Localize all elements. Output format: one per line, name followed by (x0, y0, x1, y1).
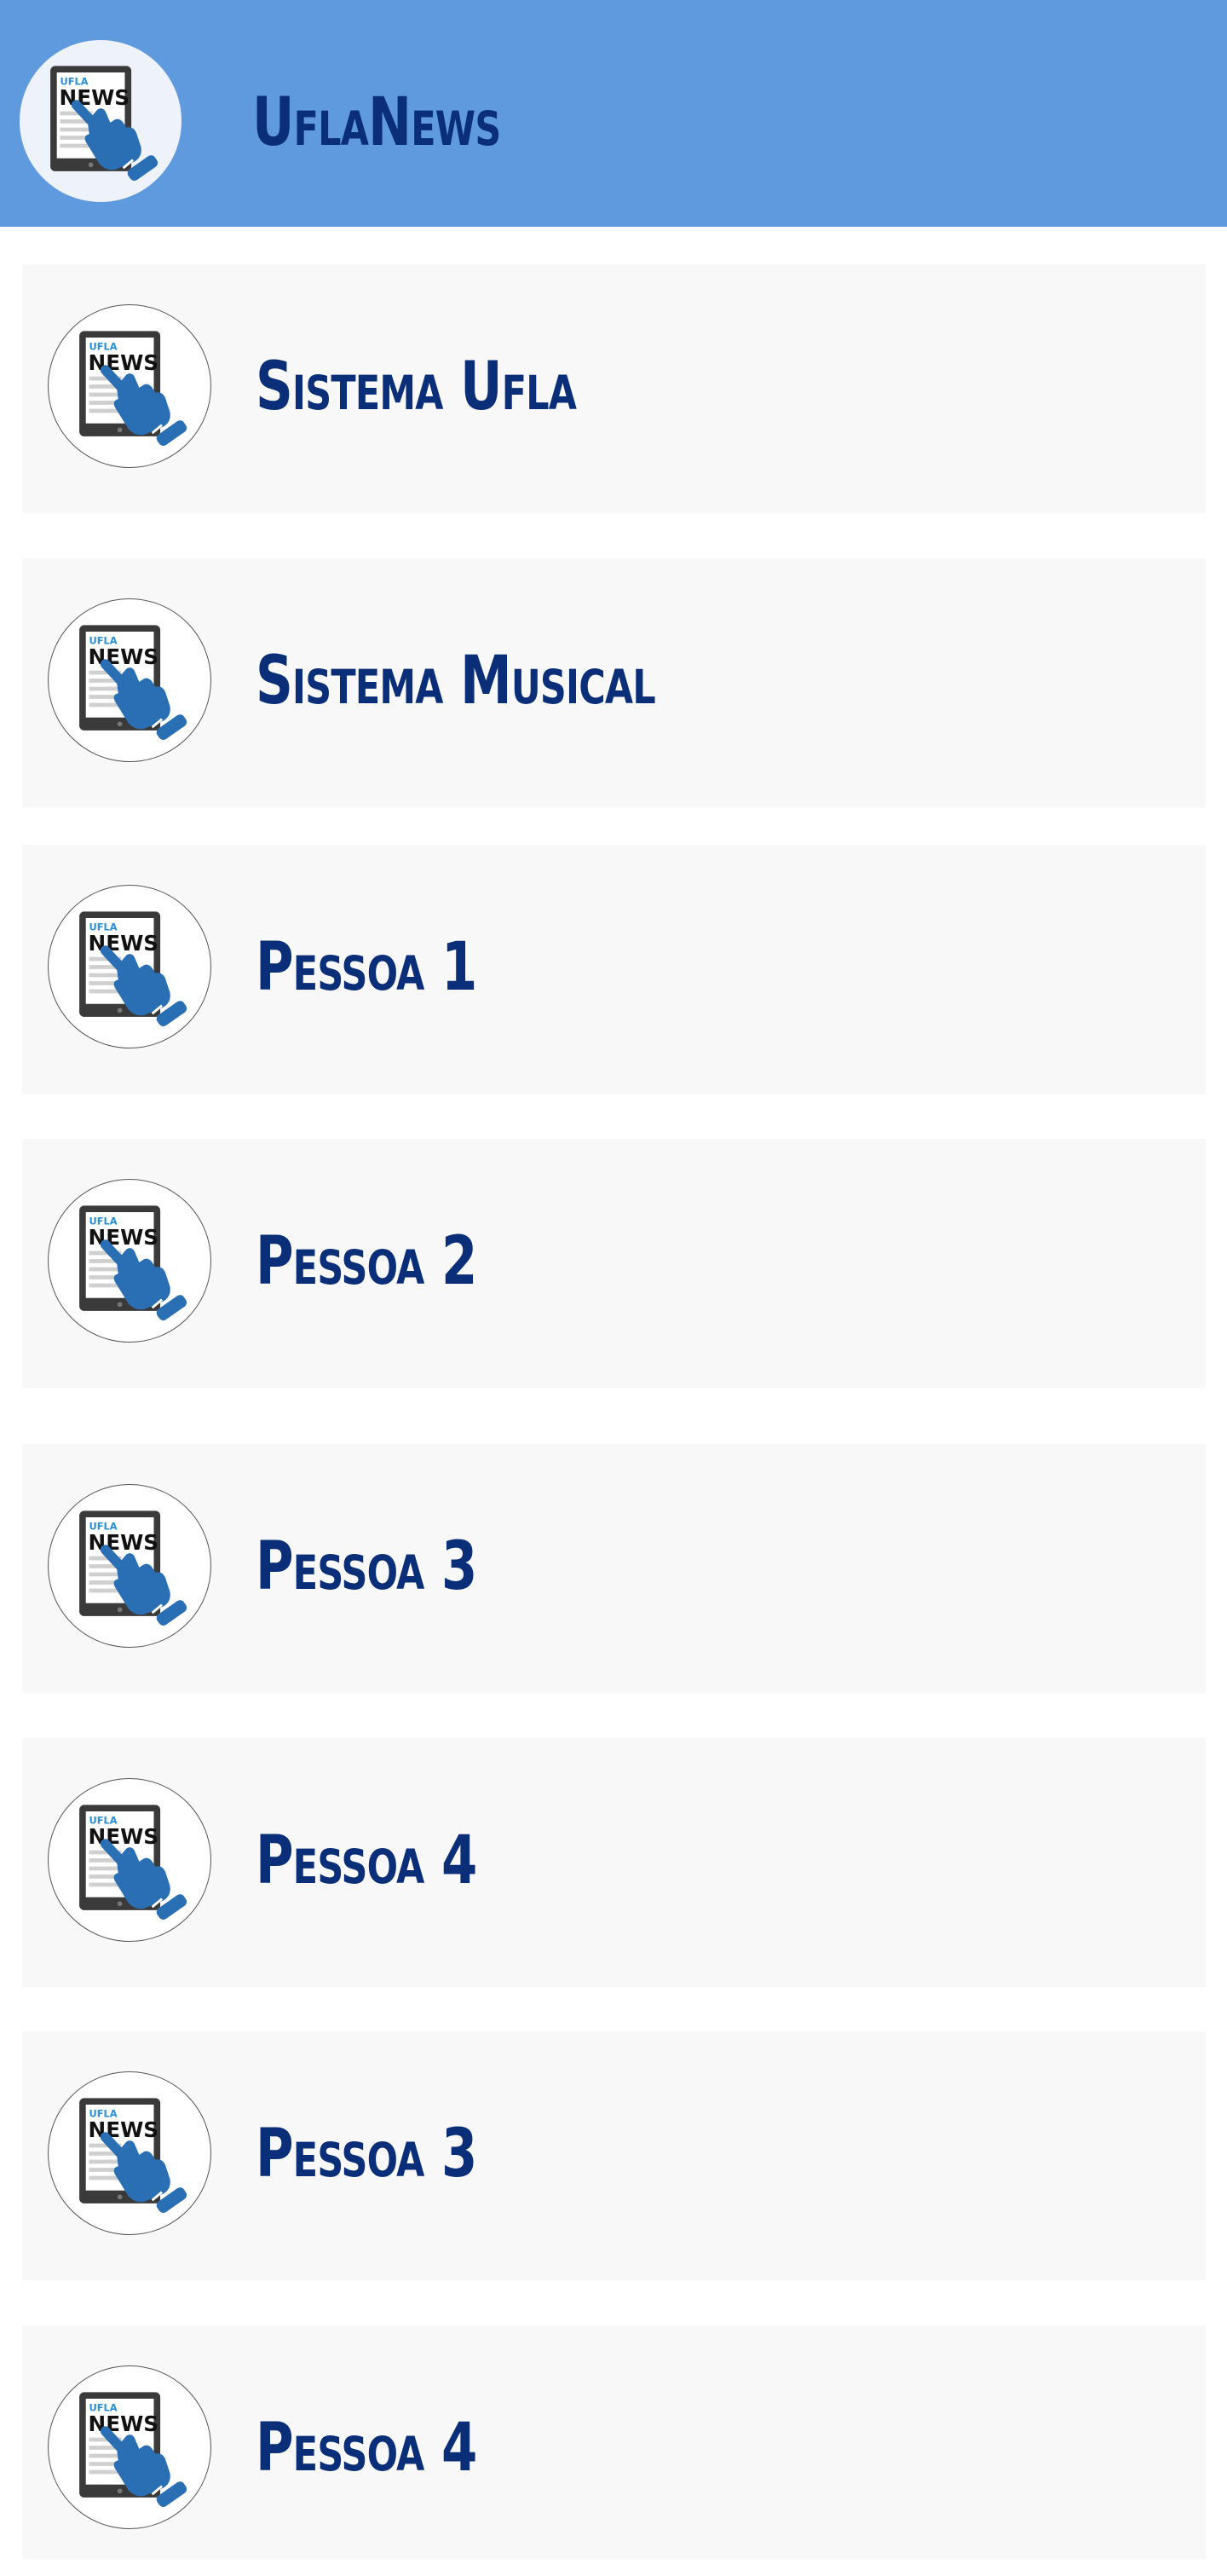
content-list: Sistema Ufla Sistema Musical Pessoa 1 Pe… (0, 0, 1227, 2576)
list-item[interactable]: Pessoa 4 (22, 1738, 1206, 1987)
app-header: UflaNews (0, 0, 1227, 227)
list-item-label: Pessoa 3 (256, 2116, 477, 2192)
news-logo-icon (48, 1179, 211, 1343)
list-item-label: Pessoa 4 (256, 2410, 477, 2486)
list-item-label: Pessoa 2 (256, 1223, 477, 1300)
list-item[interactable]: Pessoa 3 (22, 1444, 1206, 1693)
list-item[interactable]: Pessoa 1 (22, 845, 1206, 1094)
list-item[interactable]: Pessoa 2 (22, 1139, 1206, 1388)
news-logo-icon (48, 885, 211, 1048)
list-item[interactable]: Pessoa 3 (22, 2031, 1206, 2280)
news-logo-icon (48, 304, 211, 468)
list-item-label: Pessoa 1 (256, 929, 477, 1006)
news-logo-icon (48, 2365, 211, 2529)
list-item[interactable]: Sistema Ufla (22, 264, 1206, 513)
list-item[interactable]: Sistema Musical (22, 558, 1206, 807)
news-logo-icon (48, 2071, 211, 2235)
app-title: UflaNews (252, 84, 501, 161)
list-item[interactable]: Pessoa 4 (22, 2325, 1206, 2559)
list-item-label: Sistema Musical (256, 643, 656, 719)
news-logo-icon (48, 598, 211, 762)
news-logo-icon (48, 1484, 211, 1648)
list-item-label: Sistema Ufla (256, 349, 577, 425)
list-item-label: Pessoa 3 (256, 1528, 477, 1605)
list-item-label: Pessoa 4 (256, 1822, 477, 1899)
news-logo-icon (48, 1778, 211, 1942)
app-logo-icon[interactable] (20, 40, 181, 202)
